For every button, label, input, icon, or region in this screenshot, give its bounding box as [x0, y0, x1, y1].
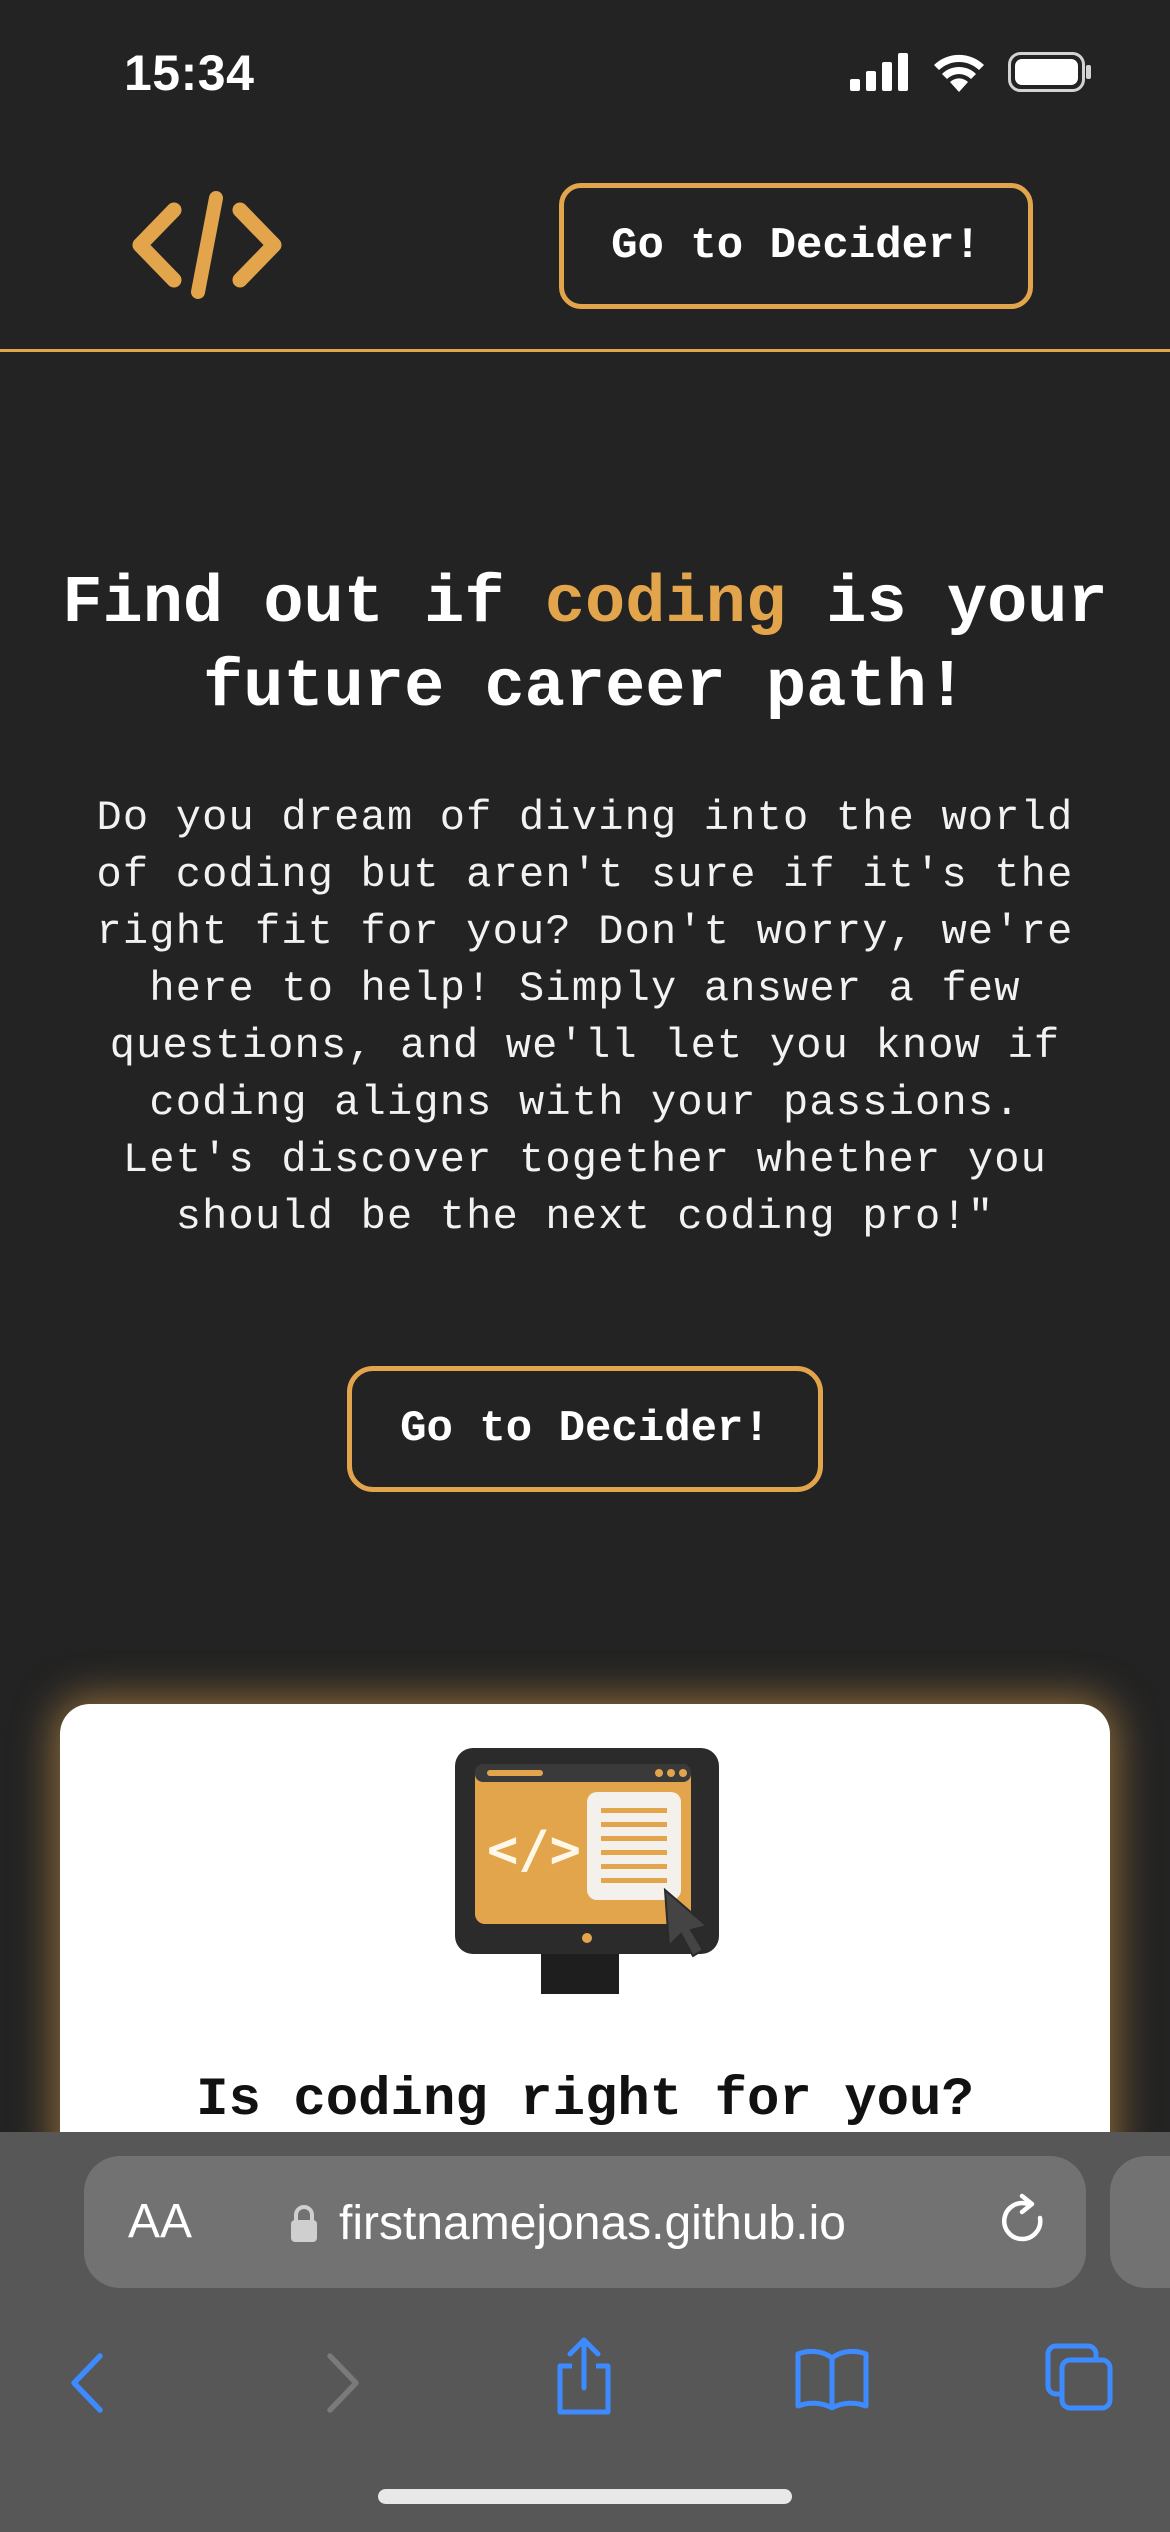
- battery-icon: [1008, 52, 1091, 92]
- bottom-toolbar: [0, 2322, 1170, 2442]
- header-decider-button[interactable]: Go to Decider!: [559, 183, 1033, 309]
- browser-toolbar: AA firstnamejonas.github.io: [0, 2132, 1170, 2532]
- status-time: 15:34: [124, 45, 255, 101]
- hero-decider-button[interactable]: Go to Decider!: [347, 1366, 823, 1492]
- card-title: Is coding right for you?: [196, 2070, 974, 2131]
- hero-title-part1: Find out if: [62, 566, 545, 642]
- hero-title-accent: coding: [544, 566, 787, 642]
- lock-icon: [291, 2205, 317, 2242]
- reload-icon[interactable]: [996, 2192, 1052, 2250]
- hero-description: Do you dream of diving into the world of…: [96, 794, 1074, 1241]
- url-text: firstnamejonas.github.io: [339, 2197, 846, 2250]
- back-icon[interactable]: [68, 2352, 108, 2414]
- next-tab-pill[interactable]: [1110, 2156, 1170, 2288]
- status-icons: [850, 52, 1092, 92]
- text-size-label: AA: [128, 2195, 193, 2248]
- status-bar: 15:34: [0, 0, 1170, 150]
- home-indicator: [378, 2489, 792, 2504]
- cellular-signal-icon: [850, 53, 908, 91]
- tabs-icon[interactable]: [1044, 2342, 1114, 2412]
- code-brackets-icon[interactable]: [132, 190, 282, 305]
- wifi-icon: [934, 54, 984, 92]
- bookmarks-icon[interactable]: [794, 2348, 870, 2410]
- share-icon[interactable]: [552, 2336, 616, 2416]
- svg-text:</>: </>: [487, 1820, 581, 1880]
- address-bar[interactable]: AA firstnamejonas.github.io: [84, 2156, 1086, 2288]
- site-header: Go to Decider!: [0, 150, 1170, 352]
- text-size-button[interactable]: AA: [128, 2194, 192, 2249]
- computer-code-icon: </>: [445, 1742, 735, 2007]
- hero-title: Find out if coding is your future career…: [40, 562, 1130, 730]
- forward-icon[interactable]: [322, 2352, 362, 2414]
